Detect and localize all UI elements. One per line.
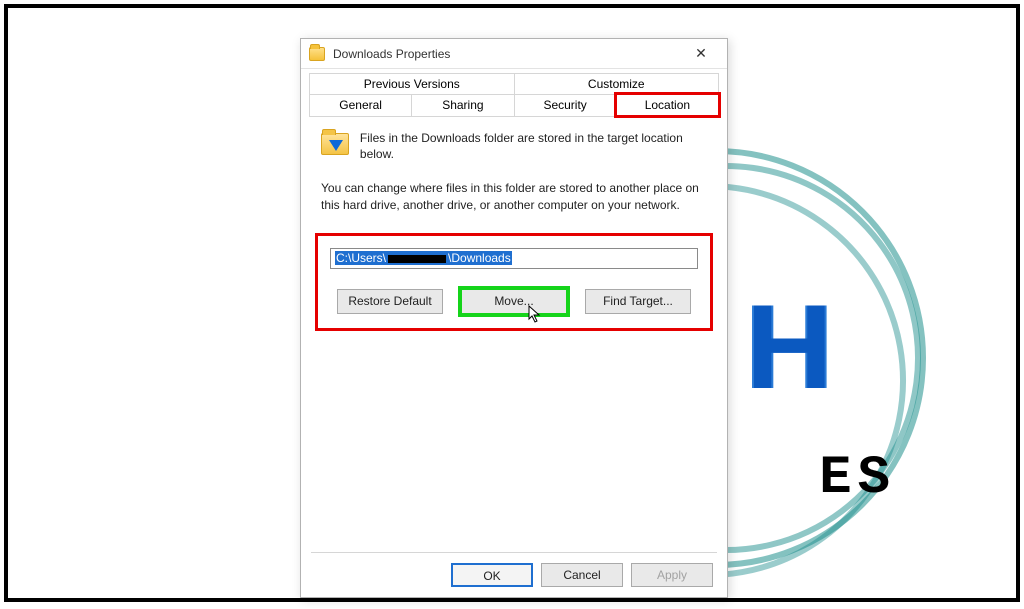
cancel-button[interactable]: Cancel <box>541 563 623 587</box>
apply-button[interactable]: Apply <box>631 563 713 587</box>
titlebar[interactable]: Downloads Properties ✕ <box>301 39 727 69</box>
tab-previous-versions[interactable]: Previous Versions <box>309 73 514 94</box>
tab-security[interactable]: Security <box>514 94 616 116</box>
tab-customize[interactable]: Customize <box>514 73 720 94</box>
properties-dialog: Downloads Properties ✕ Previous Versions… <box>300 38 728 598</box>
move-button[interactable]: Move... <box>461 289 567 314</box>
location-path-input[interactable]: C:\Users\\Downloads <box>330 248 698 269</box>
highlight-path-region: C:\Users\\Downloads Restore Default Move… <box>315 233 713 331</box>
find-target-button[interactable]: Find Target... <box>585 289 691 314</box>
restore-default-button[interactable]: Restore Default <box>337 289 443 314</box>
tab-general[interactable]: General <box>309 94 411 116</box>
description-text: Files in the Downloads folder are stored… <box>360 130 707 162</box>
explain-text: You can change where files in this folde… <box>321 180 707 212</box>
tab-location[interactable]: Location <box>616 94 719 116</box>
close-button[interactable]: ✕ <box>681 42 721 66</box>
ok-button[interactable]: OK <box>451 563 533 587</box>
window-title: Downloads Properties <box>333 47 681 61</box>
tab-sharing[interactable]: Sharing <box>411 94 513 116</box>
watermark-suffix: ES <box>819 448 896 509</box>
folder-icon <box>309 47 325 61</box>
redacted-username <box>388 255 446 263</box>
downloads-folder-icon <box>321 130 350 160</box>
watermark-letter: H <box>746 278 830 416</box>
